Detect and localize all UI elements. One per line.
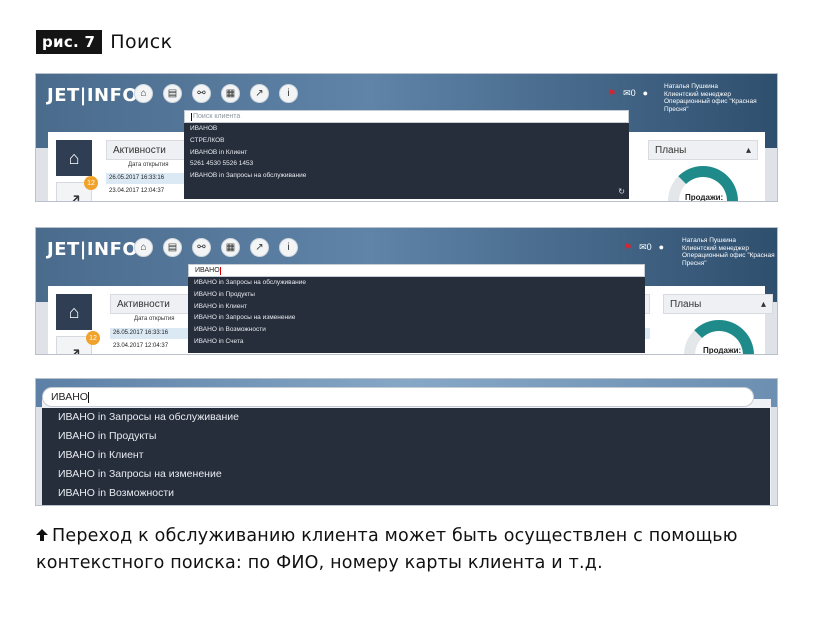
notifications-icon[interactable]: ✉0 (639, 242, 652, 253)
search-result-item[interactable]: ИВАНО in Запросы на обслуживание (188, 277, 645, 289)
user-role: Клиентский менеджер (664, 90, 731, 98)
user-icon[interactable]: ● (643, 88, 648, 99)
search-results-dropdown: ИВАНО in Запросы на обслуживание ИВАНО i… (188, 277, 645, 353)
header-icons: ⚑ ✉0 ● (608, 88, 648, 99)
calculator-icon[interactable]: ▦ (221, 238, 240, 257)
search-results-dropdown: ИВАНОВ СТРЕЛКОВ ИВАНОВ in Клиент 5261 45… (184, 123, 629, 199)
home-tile-icon[interactable]: ⌂ (56, 294, 92, 330)
date-column-header: Дата открытия (134, 316, 175, 322)
info-icon[interactable]: i (279, 238, 298, 257)
screenshot-search-empty: JET|INFO ⌂ ▤ ⚯ ▦ ↗ i ⚑ ✉0 ● Наталья Пушк… (35, 73, 778, 202)
info-icon[interactable]: i (279, 84, 298, 103)
user-info: Наталья Пушкина Клиентский менеджер Опер… (664, 83, 777, 113)
screenshot-search-typed: JET|INFO ⌂ ▤ ⚯ ▦ ↗ i ⚑ ✉0 ● Наталья Пушк… (35, 227, 778, 355)
search-result-item[interactable]: ИВАНО in Возможности (188, 324, 645, 336)
chart-icon[interactable]: ↗ (250, 84, 269, 103)
search-result-item[interactable]: 5261 4530 5526 1453 (184, 158, 629, 170)
search-result-item[interactable]: СТРЕЛКОВ (184, 135, 629, 147)
search-input[interactable]: ИВАНО (188, 264, 645, 277)
search-result-item[interactable]: ИВАНО in Счета (188, 336, 645, 348)
search-input[interactable]: Поиск клиента (184, 110, 629, 123)
sales-label: Продажи: (703, 346, 742, 355)
link-icon[interactable]: ⚯ (192, 238, 211, 257)
figure-title: Поиск (110, 31, 173, 53)
badge-count: 12 (86, 331, 100, 345)
notifications-icon[interactable]: ✉0 (623, 88, 636, 99)
user-name: Наталья Пушкина (664, 83, 719, 90)
user-office: Операционный офис "Красная Пресня" (682, 252, 775, 267)
search-input[interactable]: ИВАНО (42, 387, 754, 407)
home-icon[interactable]: ⌂ (134, 238, 153, 257)
search-results-dropdown: ИВАНО in Запросы на обслуживание ИВАНО i… (42, 408, 770, 505)
figure-number-badge: рис. 7 (36, 30, 103, 54)
document-icon[interactable]: ▤ (163, 84, 182, 103)
search-result-item[interactable]: ИВАНО in Запросы на изменение (188, 312, 645, 324)
search-result-item[interactable]: ИВАНО in Клиент (42, 446, 770, 465)
search-result-item[interactable]: ИВАНО in Запросы на изменение (42, 465, 770, 484)
user-icon[interactable]: ● (659, 242, 664, 253)
user-name: Наталья Пушкина (682, 237, 737, 244)
caption-text: Переход к обслуживанию клиента может быт… (36, 526, 738, 573)
figure-caption: Переход к обслуживанию клиента может быт… (36, 523, 796, 577)
arrow-up-icon (36, 529, 48, 541)
flag-icon[interactable]: ⚑ (608, 88, 616, 99)
calculator-icon[interactable]: ▦ (221, 84, 240, 103)
user-office: Операционный офис "Красная Пресня" (664, 98, 757, 113)
search-result-item[interactable]: ИВАНО in Запросы на обслуживание (42, 408, 770, 427)
figure-heading: рис. 7 Поиск (36, 30, 172, 54)
chart-icon[interactable]: ↗ (250, 238, 269, 257)
date-column-header: Дата открытия (128, 162, 169, 168)
user-role: Клиентский менеджер (682, 244, 749, 252)
document-icon[interactable]: ▤ (163, 238, 182, 257)
sales-label: Продажи: (685, 193, 724, 202)
search-result-item[interactable]: ИВАНОВ (184, 123, 629, 135)
badge-count: 12 (84, 176, 98, 190)
link-icon[interactable]: ⚯ (192, 84, 211, 103)
screenshot-search-zoomed: ИВАНО ИВАНО in Запросы на обслуживание И… (35, 378, 778, 506)
app-logo: JET|INFO (47, 239, 139, 260)
search-result-item[interactable]: ИВАНОВ in Клиент (184, 147, 629, 159)
plans-panel-title: Планы ▴ (663, 294, 773, 314)
search-result-item[interactable]: ИВАНО in Продукты (42, 427, 770, 446)
home-tile-icon[interactable]: ⌂ (56, 140, 92, 176)
search-result-item[interactable]: ИВАНОВ in Запросы на обслуживание (184, 170, 629, 182)
plans-panel-title: Планы ▴ (648, 140, 758, 160)
user-info: Наталья Пушкина Клиентский менеджер Опер… (682, 237, 777, 267)
search-result-item[interactable]: ИВАНО in Продукты (188, 289, 645, 301)
refresh-icon[interactable]: ↻ (618, 187, 625, 196)
flag-icon[interactable]: ⚑ (624, 242, 632, 253)
home-icon[interactable]: ⌂ (134, 84, 153, 103)
app-logo: JET|INFO (47, 85, 139, 106)
search-result-item[interactable]: ИВАНО in Клиент (188, 301, 645, 313)
search-result-item[interactable]: ИВАНО in Возможности (42, 484, 770, 503)
header-icons: ⚑ ✉0 ● (624, 242, 664, 253)
